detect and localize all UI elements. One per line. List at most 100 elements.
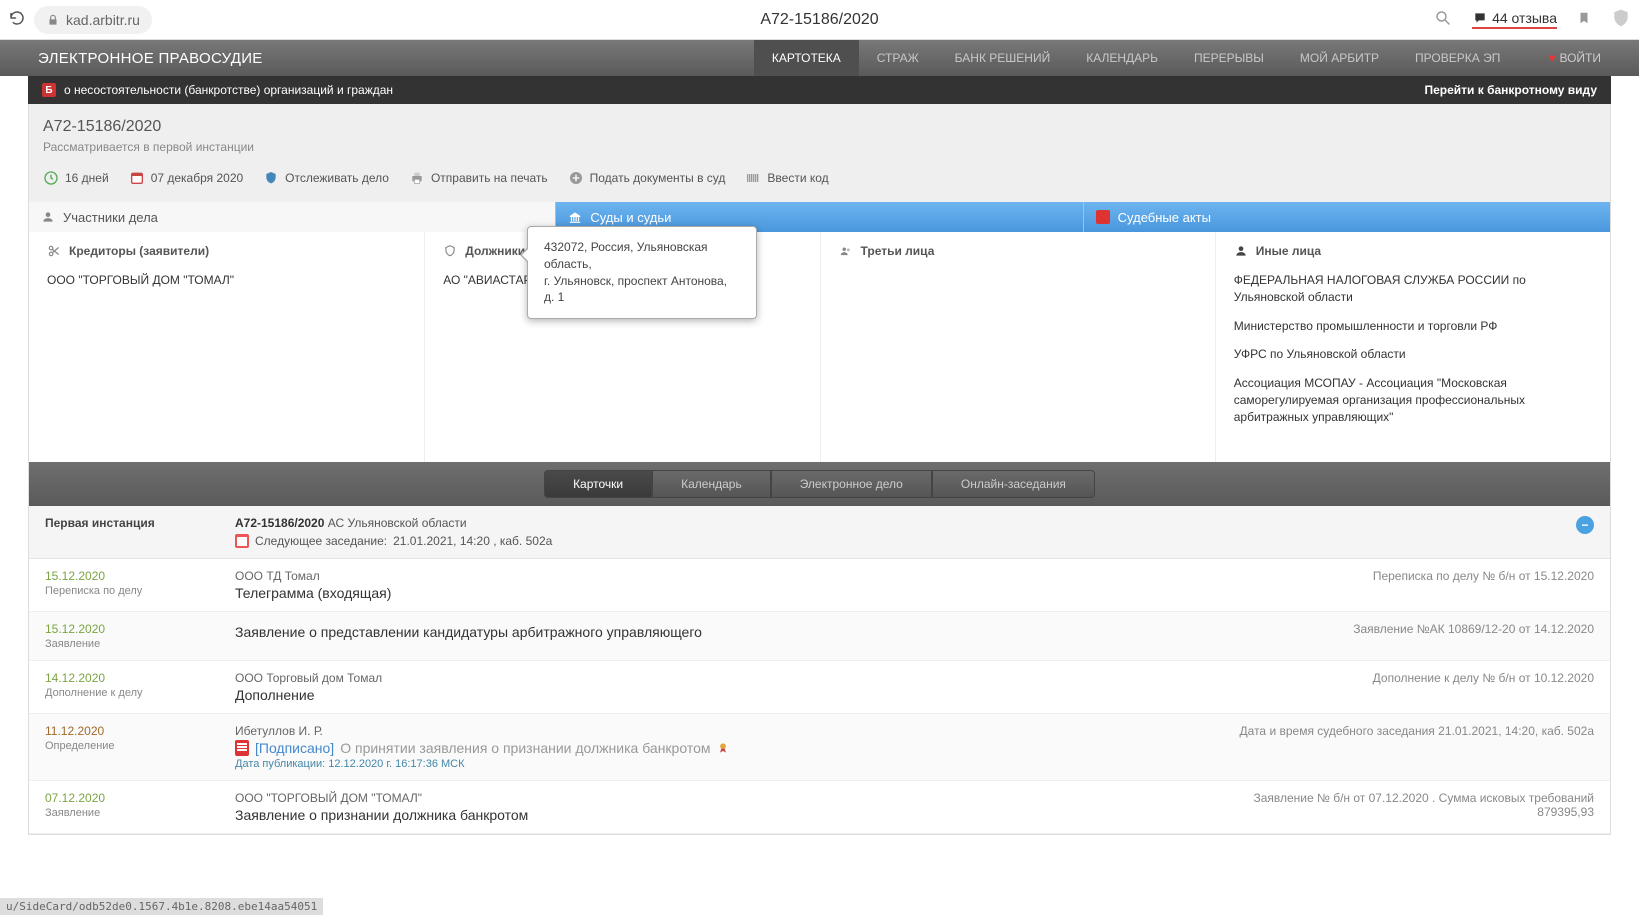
shield-small-icon <box>443 244 457 258</box>
other-entry-3[interactable]: Ассоциация МСОПАУ - Ассоциация "Московск… <box>1234 375 1592 425</box>
instance-court: АС Ульяновской области <box>328 516 467 530</box>
nav-pereryvy[interactable]: ПЕРЕРЫВЫ <box>1176 40 1282 76</box>
login-link[interactable]: ♥ ВОЙТИ <box>1548 51 1601 65</box>
clock-icon <box>43 170 59 186</box>
browser-bar: kad.arbitr.ru А72-15186/2020 44 отзыва <box>0 0 1639 40</box>
submit-docs[interactable]: Подать документы в суд <box>568 170 726 186</box>
bankruptcy-text: о несостоятельности (банкротстве) органи… <box>64 83 393 97</box>
case-days: 16 дней <box>43 170 109 186</box>
person-icon <box>41 210 55 224</box>
reload-icon[interactable] <box>8 9 26 30</box>
bankruptcy-switch-link[interactable]: Перейти к банкротному виду <box>1424 83 1597 97</box>
pdf-icon[interactable] <box>235 740 249 756</box>
segment-tabs: Участники дела Суды и судьи Судебные акт… <box>29 202 1610 232</box>
printer-icon <box>409 170 425 186</box>
bookmark-icon[interactable] <box>1577 9 1591 30</box>
doc-date: 14.12.2020 <box>45 671 235 685</box>
print-case[interactable]: Отправить на печать <box>409 170 548 186</box>
enter-code[interactable]: Ввести код <box>745 170 828 186</box>
doc-date: 07.12.2020 <box>45 791 235 805</box>
other-entry-2[interactable]: УФРС по Ульяновской области <box>1234 346 1592 363</box>
doc-author: ООО "ТОРГОВЫЙ ДОМ "ТОМАЛ" <box>235 791 1194 805</box>
doc-title: Заявление о признании должника банкротом <box>235 807 1194 823</box>
other-entry-0[interactable]: ФЕДЕРАЛЬНАЯ НАЛОГОВАЯ СЛУЖБА РОССИИ по У… <box>1234 272 1592 306</box>
calendar-small-icon <box>235 534 249 548</box>
doc-row[interactable]: 11.12.2020 ОпределениеИбетуллов И. Р. [Под… <box>29 714 1610 781</box>
doc-type: Дополнение к делу <box>45 687 235 699</box>
top-menu: КАРТОТЕКА СТРАЖ БАНК РЕШЕНИЙ КАЛЕНДАРЬ П… <box>754 40 1518 76</box>
bankruptcy-badge-icon: Б <box>42 83 56 97</box>
instance-label: Первая инстанция <box>45 516 235 530</box>
doc-pubdate: Дата публикации: 12.12.2020 г. 16:17:36 … <box>235 758 1194 770</box>
collapse-button[interactable]: − <box>1576 516 1594 534</box>
shield-icon[interactable] <box>1611 8 1631 31</box>
case-area: А72-15186/2020 Рассматривается в первой … <box>28 104 1611 835</box>
col-third: Третьи лица <box>820 232 1215 462</box>
nav-proverka[interactable]: ПРОВЕРКА ЭП <box>1397 40 1518 76</box>
btn-cards[interactable]: Карточки <box>544 470 652 498</box>
chat-icon <box>1472 11 1488 25</box>
doc-meta: Дополнение к делу № б/н от 10.12.2020 <box>1194 671 1594 685</box>
nav-calendar[interactable]: КАЛЕНДАРЬ <box>1068 40 1176 76</box>
doc-type: Заявление <box>45 807 235 819</box>
award-icon <box>716 741 730 755</box>
shield-watch-icon <box>263 170 279 186</box>
doc-title: Телеграмма (входящая) <box>235 585 1194 601</box>
nav-kartoteka[interactable]: КАРТОТЕКА <box>754 40 859 76</box>
doc-row[interactable]: 07.12.2020 ЗаявлениеООО "ТОРГОВЫЙ ДОМ "ТО… <box>29 781 1610 834</box>
case-number: А72-15186/2020 <box>43 118 1596 136</box>
watch-case[interactable]: Отслеживать дело <box>263 170 389 186</box>
page-title: А72-15186/2020 <box>760 11 878 29</box>
case-reg-date: 07 декабря 2020 <box>129 170 243 186</box>
doc-date: 11.12.2020 <box>45 724 235 738</box>
doc-type: Переписка по делу <box>45 585 235 597</box>
calendar-icon <box>129 170 145 186</box>
instance-case-no: А72-15186/2020 <box>235 516 324 530</box>
next-session-label: Следующее заседание: <box>255 534 387 548</box>
other-entry-1[interactable]: Министерство промышленности и торговли Р… <box>1234 318 1592 335</box>
status-footer: u/SideCard/odb52de0.1567.4b1e.8208.ebe14… <box>0 898 323 915</box>
doc-row[interactable]: 15.12.2020 Заявление Заявление о представ… <box>29 612 1610 661</box>
doc-row[interactable]: 14.12.2020 Дополнение к делуООО Торговый … <box>29 661 1610 714</box>
doc-date: 15.12.2020 <box>45 569 235 583</box>
tab-participants[interactable]: Участники дела <box>29 202 555 232</box>
heart-icon: ♥ <box>1548 51 1555 65</box>
doc-title: Заявление о представлении кандидатуры ар… <box>235 624 1194 640</box>
doc-meta: Переписка по делу № б/н от 15.12.2020 <box>1194 569 1594 583</box>
instance-row: Первая инстанция А72-15186/2020 АС Ульян… <box>29 506 1610 559</box>
col-other: Иные лица ФЕДЕРАЛЬНАЯ НАЛОГОВАЯ СЛУЖБА Р… <box>1215 232 1610 462</box>
doc-type: Заявление <box>45 638 235 650</box>
url-box[interactable]: kad.arbitr.ru <box>34 6 152 34</box>
tab-acts[interactable]: Судебные акты <box>1083 202 1610 232</box>
search-icon[interactable] <box>1434 9 1452 30</box>
doc-author: ООО Торговый дом Томал <box>235 671 1194 685</box>
case-status: Рассматривается в первой инстанции <box>43 140 1596 154</box>
reviews-badge[interactable]: 44 отзыва <box>1472 10 1557 29</box>
secondary-toggle: Карточки Календарь Электронное дело Онла… <box>29 462 1610 506</box>
barcode-icon <box>745 170 761 186</box>
doc-meta: Заявление № б/н от 07.12.2020 . Сумма ис… <box>1194 791 1594 819</box>
court-icon <box>568 210 582 224</box>
btn-edelo[interactable]: Электронное дело <box>771 470 932 498</box>
btn-calendar[interactable]: Календарь <box>652 470 771 498</box>
top-nav: ЭЛЕКТРОННОЕ ПРАВОСУДИЕ КАРТОТЕКА СТРАЖ Б… <box>0 40 1639 76</box>
lock-icon <box>46 13 60 27</box>
brand[interactable]: ЭЛЕКТРОННОЕ ПРАВОСУДИЕ <box>38 50 263 67</box>
nav-strazh[interactable]: СТРАЖ <box>859 40 937 76</box>
doc-author: Ибетуллов И. Р. <box>235 724 1194 738</box>
creditor-entry[interactable]: ООО "ТОРГОВЫЙ ДОМ "ТОМАЛ" <box>47 272 406 289</box>
docs-list: 15.12.2020Переписка по делуООО ТД Томал … <box>29 559 1610 834</box>
doc-row[interactable]: 15.12.2020Переписка по делуООО ТД Томал … <box>29 559 1610 612</box>
url-text: kad.arbitr.ru <box>66 12 140 28</box>
nav-bank[interactable]: БАНК РЕШЕНИЙ <box>937 40 1069 76</box>
doc-meta: Заявление №АК 10869/12-20 от 14.12.2020 <box>1194 622 1594 636</box>
nav-moy-arbitr[interactable]: МОЙ АРБИТР <box>1282 40 1397 76</box>
doc-author: ООО ТД Томал <box>235 569 1194 583</box>
next-session-value: 21.01.2021, 14:20 , каб. 502а <box>393 534 552 548</box>
person-dark-icon <box>1234 244 1248 258</box>
btn-online[interactable]: Онлайн-заседания <box>932 470 1095 498</box>
doc-type: Определение <box>45 740 235 752</box>
doc-date: 15.12.2020 <box>45 622 235 636</box>
participants-grid: Кредиторы (заявители) ООО "ТОРГОВЫЙ ДОМ … <box>29 232 1610 462</box>
signed-label: [Подписано] <box>255 740 334 756</box>
